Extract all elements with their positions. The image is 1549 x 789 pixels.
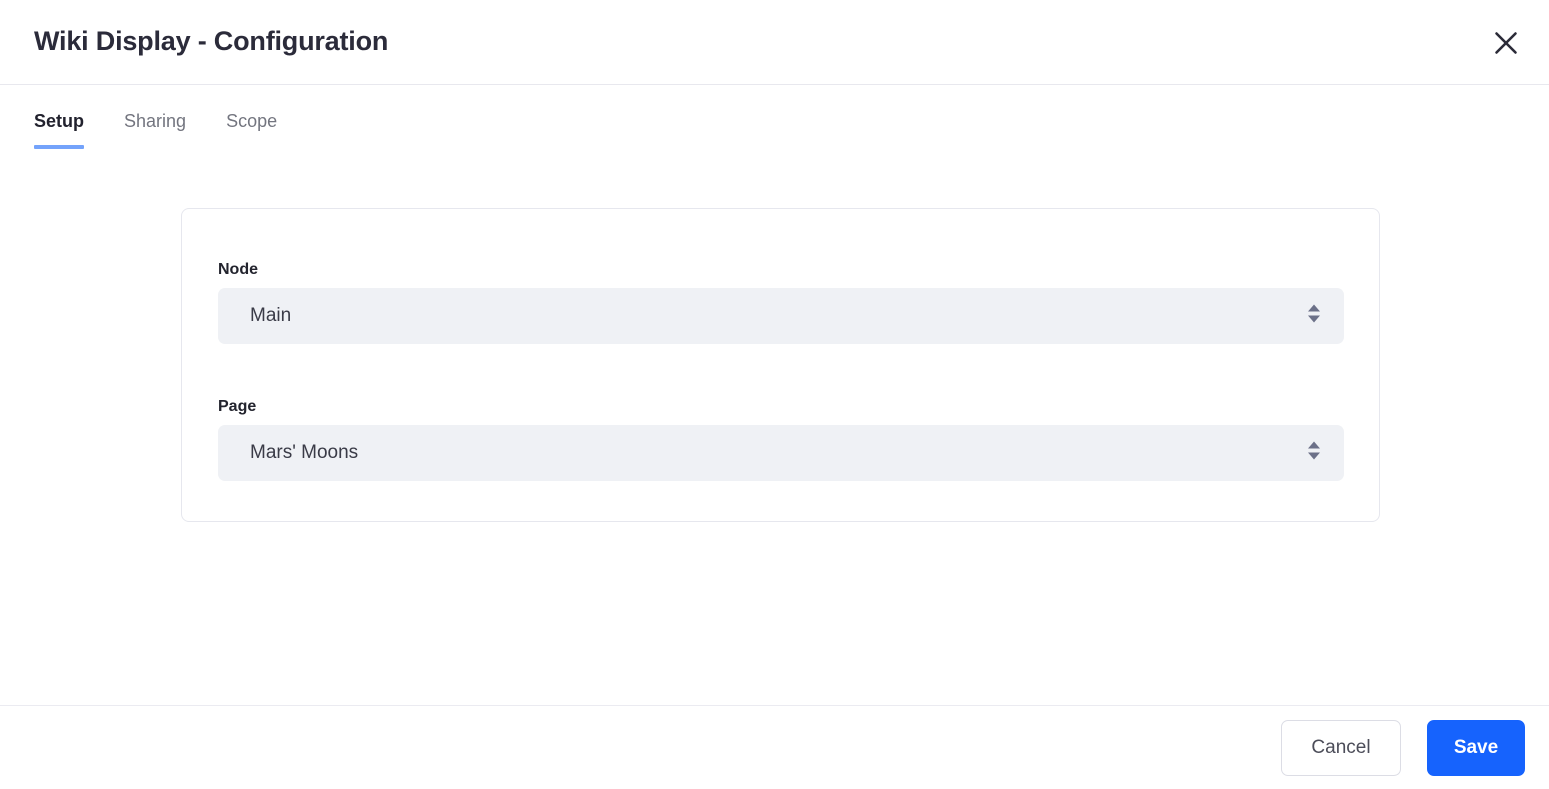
stepper-arrows-icon bbox=[1306, 302, 1322, 331]
dialog-body: Node Main Page Mars' Moons bbox=[0, 162, 1549, 705]
close-button[interactable] bbox=[1485, 22, 1527, 64]
node-label: Node bbox=[218, 261, 258, 278]
page-select[interactable]: Mars' Moons bbox=[218, 425, 1344, 481]
close-icon bbox=[1493, 30, 1519, 56]
dialog-header: Wiki Display - Configuration bbox=[0, 0, 1549, 85]
cancel-button[interactable]: Cancel bbox=[1281, 719, 1401, 776]
field-group-node: Node Main bbox=[218, 261, 1344, 344]
tab-sharing[interactable]: Sharing bbox=[124, 85, 186, 132]
dialog-footer: Cancel Save bbox=[0, 705, 1549, 789]
tab-setup-label: Setup bbox=[34, 111, 85, 131]
stepper-arrows-icon bbox=[1306, 439, 1322, 468]
tab-bar: Setup Sharing Scope bbox=[0, 85, 1549, 162]
tab-scope[interactable]: Scope bbox=[226, 85, 277, 132]
configuration-card: Node Main Page Mars' Moons bbox=[181, 208, 1380, 522]
node-select[interactable]: Main bbox=[218, 288, 1344, 344]
node-select-value: Main bbox=[250, 305, 292, 326]
field-group-page: Page Mars' Moons bbox=[218, 398, 1344, 481]
save-button[interactable]: Save bbox=[1427, 719, 1525, 776]
page-select-value: Mars' Moons bbox=[250, 442, 359, 463]
tab-sharing-label: Sharing bbox=[124, 111, 187, 131]
page-label: Page bbox=[218, 398, 257, 415]
tab-setup[interactable]: Setup bbox=[34, 85, 85, 149]
tab-scope-label: Scope bbox=[226, 111, 278, 131]
page-title: Wiki Display - Configuration bbox=[34, 26, 389, 56]
